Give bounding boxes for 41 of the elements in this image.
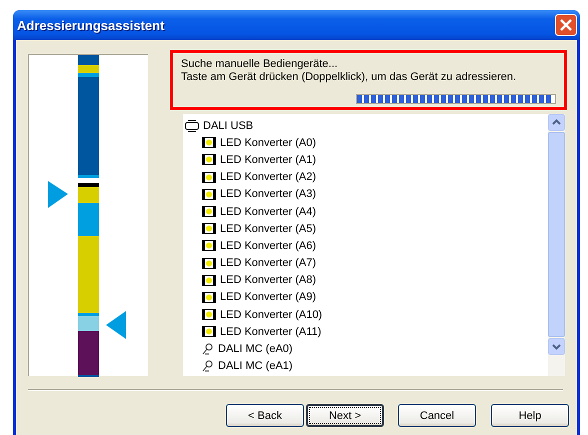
tree-item[interactable]: LED Konverter (A3) xyxy=(202,186,316,203)
pushbutton-icon xyxy=(202,343,214,356)
tree-item[interactable]: LED Konverter (A0) xyxy=(202,134,316,152)
tree-item[interactable]: LED Konverter (A9) xyxy=(202,288,316,306)
lamp-icon xyxy=(202,309,216,320)
dialog-button[interactable]: Cancel xyxy=(398,404,476,427)
tree-item[interactable]: DALI MC (eA0) xyxy=(202,340,293,358)
dialog-button[interactable]: Next > xyxy=(306,404,384,427)
lamp-icon xyxy=(202,188,216,200)
lamp-icon xyxy=(202,223,216,234)
lamp-icon xyxy=(202,137,216,148)
scrollbar[interactable] xyxy=(548,114,565,376)
tree-item[interactable]: DALI MC (eA1) xyxy=(202,358,293,375)
lamp-icon xyxy=(202,206,216,218)
status-text: Taste am Gerät drücken (Doppelklick), um das Gerät zu adressieren. xyxy=(181,71,518,84)
lamp-icon xyxy=(202,258,216,269)
scroll-up-icon[interactable] xyxy=(548,114,565,131)
lamp-icon xyxy=(202,326,216,338)
lamp-icon xyxy=(202,154,216,166)
lamp-icon xyxy=(202,274,216,286)
scroll-thumb[interactable] xyxy=(548,132,565,337)
tree-item[interactable]: LED Konverter (A1) xyxy=(202,151,316,169)
pushbutton-icon xyxy=(202,360,214,372)
scroll-down-icon[interactable] xyxy=(548,338,565,355)
dialog-button[interactable]: Help xyxy=(491,404,569,427)
tree-item[interactable]: LED Konverter (A5) xyxy=(202,220,316,238)
tree-item[interactable]: LED Konverter (A2) xyxy=(202,168,316,186)
tree-item[interactable]: LED Konverter (A10) xyxy=(202,306,322,324)
window-title: Adressierungsassistent xyxy=(17,18,164,32)
lamp-icon xyxy=(202,172,216,183)
dialog-button[interactable]: < Back xyxy=(226,404,304,427)
tree-item[interactable]: LED Konverter (A8) xyxy=(202,272,316,289)
tree-item[interactable]: LED Konverter (A6) xyxy=(202,237,316,254)
lamp-icon xyxy=(202,292,216,303)
tree-item[interactable]: LED Konverter (A11) xyxy=(202,323,322,340)
lamp-icon xyxy=(202,240,216,252)
tree-item[interactable]: DALI USB xyxy=(185,117,254,134)
status-text: Suche manuelle Bediengeräte... xyxy=(181,58,339,71)
tree-item[interactable]: LED Konverter (A4) xyxy=(202,202,316,220)
tree-item[interactable]: LED Konverter (A7) xyxy=(202,254,316,272)
close-icon[interactable] xyxy=(555,14,577,36)
